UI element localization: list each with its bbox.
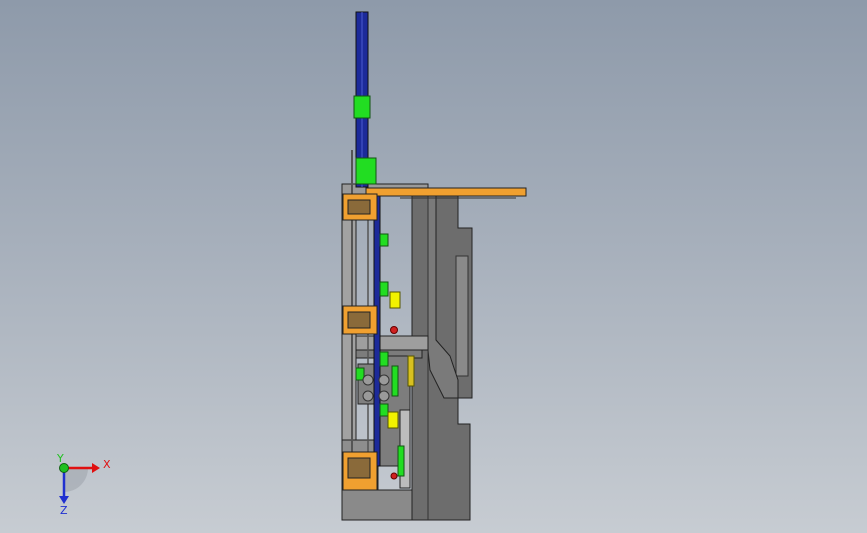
x-axis-label: X (103, 458, 111, 471)
orange-arm[interactable] (365, 187, 527, 199)
gear-1 (362, 374, 374, 386)
triad-shadow (64, 468, 88, 492)
gear-2 (362, 390, 374, 402)
z-axis-label: Z (60, 504, 68, 517)
coordinate-triad: X Y Z (56, 452, 111, 517)
y-axis-label: Y (56, 452, 64, 465)
red-pin-low[interactable] (390, 472, 398, 480)
green-clip-6[interactable] (391, 365, 399, 397)
bearing-block-top-inner (347, 199, 371, 215)
housing-window (455, 255, 469, 377)
green-slider-top[interactable] (353, 95, 371, 119)
green-motor-block[interactable] (355, 157, 377, 185)
green-clip-4[interactable] (355, 367, 365, 381)
bearing-block-low-inner (347, 457, 371, 479)
cad-viewport[interactable]: X Y Z (0, 0, 867, 533)
base-plate[interactable] (341, 489, 413, 521)
arm-bar[interactable] (365, 187, 527, 197)
yellow-block-3[interactable] (407, 355, 415, 387)
green-clip-7[interactable] (397, 445, 405, 477)
green-clip-3[interactable] (379, 351, 389, 367)
gear-4 (378, 390, 390, 402)
red-pin-mid[interactable] (390, 326, 398, 334)
bearing-block-mid-inner (347, 311, 371, 329)
yellow-block-1[interactable] (389, 291, 401, 309)
green-clip-2[interactable] (379, 281, 389, 297)
gear-3 (378, 374, 390, 386)
yellow-block-2[interactable] (387, 411, 399, 429)
x-arrowhead (92, 463, 100, 473)
green-clip-1[interactable] (379, 233, 389, 247)
green-clip-5[interactable] (379, 403, 389, 417)
z-arrowhead (59, 496, 69, 504)
assembly-model[interactable]: X Y Z (0, 0, 867, 533)
